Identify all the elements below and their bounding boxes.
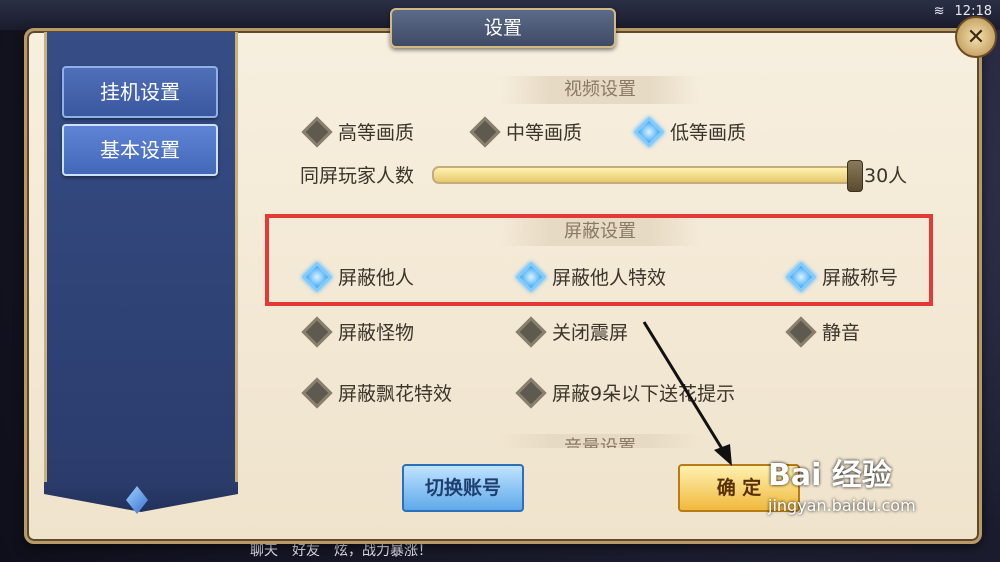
block-monsters-option[interactable]: 屏蔽怪物 (301, 315, 415, 348)
option-label: 屏蔽飘花特效 (338, 383, 453, 405)
option-label: 低等画质 (670, 122, 747, 144)
radio-diamond-icon (301, 115, 333, 148)
baidu-watermark: Bai 经验 jingyan.baidu.com (768, 450, 916, 515)
option-label: 屏蔽他人特效 (552, 267, 667, 289)
sidebar-item-basic-settings[interactable]: 基本设置 (62, 124, 218, 176)
checkbox-diamond-icon (515, 376, 547, 409)
section-header-sound: 音量设置 (500, 434, 700, 448)
disable-screen-shake-option[interactable]: 关闭震屏 (515, 315, 629, 348)
checkbox-diamond-icon (301, 376, 333, 409)
close-button[interactable]: ✕ (955, 16, 997, 58)
wifi-icon: ≋ (933, 3, 945, 19)
quality-option-low[interactable]: 低等画质 (633, 115, 747, 148)
radio-diamond-icon (469, 115, 501, 148)
option-label: 中等画质 (506, 122, 583, 144)
section-header-video: 视频设置 (500, 76, 700, 104)
quality-option-high[interactable]: 高等画质 (301, 115, 415, 148)
watermark-logo: Bai 经验 (768, 458, 892, 493)
annotation-highlight-box (265, 214, 933, 306)
option-label: 高等画质 (338, 122, 415, 144)
block-player-effects-option[interactable]: 屏蔽他人特效 (515, 260, 667, 293)
checkbox-diamond-icon (301, 315, 333, 348)
block-flower-effects-option[interactable]: 屏蔽飘花特效 (301, 376, 453, 409)
option-label: 屏蔽9朵以下送花提示 (552, 383, 736, 405)
player-count-slider[interactable] (432, 160, 863, 192)
mute-option[interactable]: 静音 (785, 315, 861, 348)
checkbox-diamond-icon (785, 315, 817, 348)
sidebar-item-auto-settings[interactable]: 挂机设置 (62, 66, 218, 118)
slider-fill (434, 168, 854, 182)
dialog-title: 设置 (390, 8, 616, 48)
option-label: 关闭震屏 (552, 322, 629, 344)
checkbox-diamond-checked-icon (515, 260, 547, 293)
option-label: 屏蔽称号 (822, 267, 899, 289)
radio-diamond-selected-icon (633, 115, 665, 148)
block-titles-option[interactable]: 屏蔽称号 (785, 260, 899, 293)
block-small-flower-notice-option[interactable]: 屏蔽9朵以下送花提示 (515, 376, 736, 409)
checkbox-diamond-icon (515, 315, 547, 348)
quality-option-medium[interactable]: 中等画质 (469, 115, 583, 148)
checkbox-diamond-checked-icon (785, 260, 817, 293)
player-count-value: 30人 (864, 165, 908, 187)
slider-handle[interactable] (847, 160, 863, 192)
close-icon: ✕ (966, 24, 986, 50)
block-players-option[interactable]: 屏蔽他人 (301, 260, 415, 293)
switch-account-button[interactable]: 切换账号 (402, 464, 524, 512)
option-label: 屏蔽怪物 (338, 322, 415, 344)
checkbox-diamond-checked-icon (301, 260, 333, 293)
watermark-url: jingyan.baidu.com (768, 496, 916, 515)
player-count-label: 同屏玩家人数 (300, 165, 415, 187)
option-label: 静音 (822, 322, 861, 344)
option-label: 屏蔽他人 (338, 267, 415, 289)
